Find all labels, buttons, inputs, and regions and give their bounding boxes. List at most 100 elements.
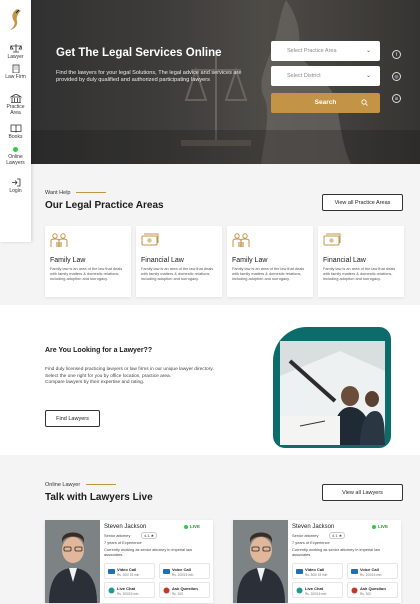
building-icon xyxy=(12,64,19,73)
lawyer-name: Steven Jackson xyxy=(292,524,335,530)
lawyer-experience: 7 years of Experience xyxy=(104,540,142,545)
practice-card[interactable]: Family Law Family law is an area of the … xyxy=(227,226,313,297)
facebook-icon[interactable]: f xyxy=(392,50,401,59)
question-icon xyxy=(163,587,170,594)
lawyer-card[interactable]: Steven Jackson LIVE Senior attorney 4.1 … xyxy=(45,520,213,603)
hero-description: Find the lawyers for your legal Solution… xyxy=(56,70,242,83)
logo-icon[interactable] xyxy=(8,8,23,32)
talk-title: Talk with Lawyers Live xyxy=(45,492,153,503)
instagram-icon[interactable]: ◎ xyxy=(392,72,401,81)
service-title: Voice Call xyxy=(360,567,379,572)
view-all-lawyers-button[interactable]: View all Lawyers xyxy=(322,484,403,501)
lawyer-card[interactable]: Steven Jackson LIVE Senior attorney 4.1 … xyxy=(233,520,401,603)
sidebar-item-label: Law Firm xyxy=(5,74,26,80)
voice-call-icon xyxy=(163,569,170,574)
practice-title: Our Legal Practice Areas xyxy=(45,200,164,211)
service-title: Live Chat xyxy=(305,586,324,591)
lawyer-experience: 7 years of Experience xyxy=(292,540,330,545)
sidebar-item-practice-area[interactable]: Practice Area xyxy=(0,94,31,116)
video-call-option[interactable]: Video Call Rs. 300/ 15 min xyxy=(292,563,343,579)
looking-title: Are You Looking for a Lawyer?? xyxy=(45,347,153,354)
ask-question-option[interactable]: Ask Question Rs. 300 xyxy=(159,582,210,598)
courthouse-icon xyxy=(9,94,22,103)
video-call-icon xyxy=(296,569,303,574)
service-price: Rs. 300/ 15 min xyxy=(305,573,328,577)
service-price: Rs. 300/15 min xyxy=(117,592,139,596)
lawyer-portrait xyxy=(233,520,288,603)
online-dot-icon xyxy=(13,147,18,152)
practice-card[interactable]: Family Law Family law is an area of the … xyxy=(45,226,131,297)
service-price: Rs. 300 xyxy=(360,592,371,596)
scales-icon xyxy=(9,44,22,53)
practice-card-text: Family law is an area of the law that de… xyxy=(50,266,123,281)
live-dot-icon xyxy=(184,524,188,529)
sidebar-item-lawyer[interactable]: Lawyer xyxy=(0,44,31,61)
voice-call-option[interactable]: Voice Call Rs. 200/15 min xyxy=(159,563,210,579)
service-price: Rs. 200/15 min xyxy=(360,573,382,577)
practice-area-placeholder: Select Practice Area xyxy=(287,48,337,54)
district-select[interactable]: Select District ⌄ xyxy=(271,66,380,86)
looking-line: Find duly licensed practicing lawyers or… xyxy=(45,367,214,372)
question-icon xyxy=(351,587,358,594)
live-status: LIVE xyxy=(378,524,389,529)
chevron-down-icon: ⌄ xyxy=(365,73,371,79)
sidebar-item-label: Lawyer xyxy=(7,54,24,60)
sidebar-item-online-lawyers[interactable]: Online Lawyers xyxy=(0,147,31,166)
view-all-practice-areas-button[interactable]: View all Practice Areas xyxy=(322,194,403,211)
video-call-option[interactable]: Video Call Rs. 300/ 15 min xyxy=(104,563,155,579)
family-icon xyxy=(232,233,250,247)
voice-call-option[interactable]: Voice Call Rs. 200/15 min xyxy=(347,563,398,579)
money-icon xyxy=(323,233,341,246)
family-icon xyxy=(50,233,68,247)
lawyer-description: Currently working as senior attorney in … xyxy=(104,547,193,557)
service-title: Live Chat xyxy=(117,586,136,591)
sidebar-item-label: Online Lawyers xyxy=(6,154,25,166)
service-title: Ask Question xyxy=(360,586,386,591)
voice-call-icon xyxy=(351,569,358,574)
live-dot-icon xyxy=(372,524,376,529)
service-price: Rs. 300/ 15 min xyxy=(117,573,140,577)
find-lawyers-button[interactable]: Find Lawyers xyxy=(45,410,100,427)
login-icon xyxy=(11,178,20,187)
service-price: Rs. 200/15 min xyxy=(172,573,194,577)
talk-eyebrow: Online Lawyer xyxy=(45,482,117,488)
hero-title: Get The Legal Services Online xyxy=(56,47,222,59)
live-chat-option[interactable]: Live Chat Rs. 300/15 min xyxy=(292,582,343,598)
lawyer-portrait xyxy=(45,520,100,603)
linkedin-icon[interactable]: in xyxy=(392,94,401,103)
live-badge: LIVE xyxy=(184,524,200,529)
practice-card[interactable]: Financial Law Family law is an area of t… xyxy=(136,226,222,297)
sidebar-item-law-firm[interactable]: Law Firm xyxy=(0,64,31,81)
sidebar-item-label: Practice Area xyxy=(6,104,25,116)
search-button[interactable]: Search xyxy=(271,93,380,113)
service-title: Video Call xyxy=(117,567,137,572)
looking-line: Compare lawyers by their expertise and r… xyxy=(45,380,145,385)
lawyer-description: Currently working as senior attorney in … xyxy=(292,547,381,557)
practice-card-title: Family Law xyxy=(50,257,86,264)
practice-card[interactable]: Financial Law Family law is an area of t… xyxy=(318,226,404,297)
practice-eyebrow-text: Want Help xyxy=(45,190,71,196)
practice-card-text: Family law is an area of the law that de… xyxy=(141,266,214,281)
search-label: Search xyxy=(314,99,337,106)
sidebar-item-books[interactable]: Books xyxy=(0,124,31,141)
talk-eyebrow-text: Online Lawyer xyxy=(45,482,81,488)
money-icon xyxy=(141,233,159,246)
chevron-down-icon: ⌄ xyxy=(365,48,371,54)
looking-section: Are You Looking for a Lawyer?? Find duly… xyxy=(0,305,420,455)
lawyer-rating: 4.1 ★ xyxy=(329,532,346,539)
live-status: LIVE xyxy=(190,524,201,529)
sidebar-item-login[interactable]: Login xyxy=(0,178,31,195)
live-chat-option[interactable]: Live Chat Rs. 300/15 min xyxy=(104,582,155,598)
chat-icon xyxy=(296,587,303,594)
practice-card-text: Family law is an area of the law that de… xyxy=(323,266,396,281)
practice-card-text: Family law is an area of the law that de… xyxy=(232,266,305,281)
service-price: Rs. 300 xyxy=(172,592,183,596)
meeting-photo xyxy=(280,341,385,445)
ask-question-option[interactable]: Ask Question Rs. 300 xyxy=(347,582,398,598)
service-title: Ask Question xyxy=(172,586,198,591)
lawyer-name: Steven Jackson xyxy=(104,524,147,530)
sidebar-item-label: Login xyxy=(9,188,22,194)
district-placeholder: Select District xyxy=(287,73,321,79)
practice-area-select[interactable]: Select Practice Area ⌄ xyxy=(271,41,380,61)
looking-description: Find duly licensed practicing lawyers or… xyxy=(45,367,215,387)
